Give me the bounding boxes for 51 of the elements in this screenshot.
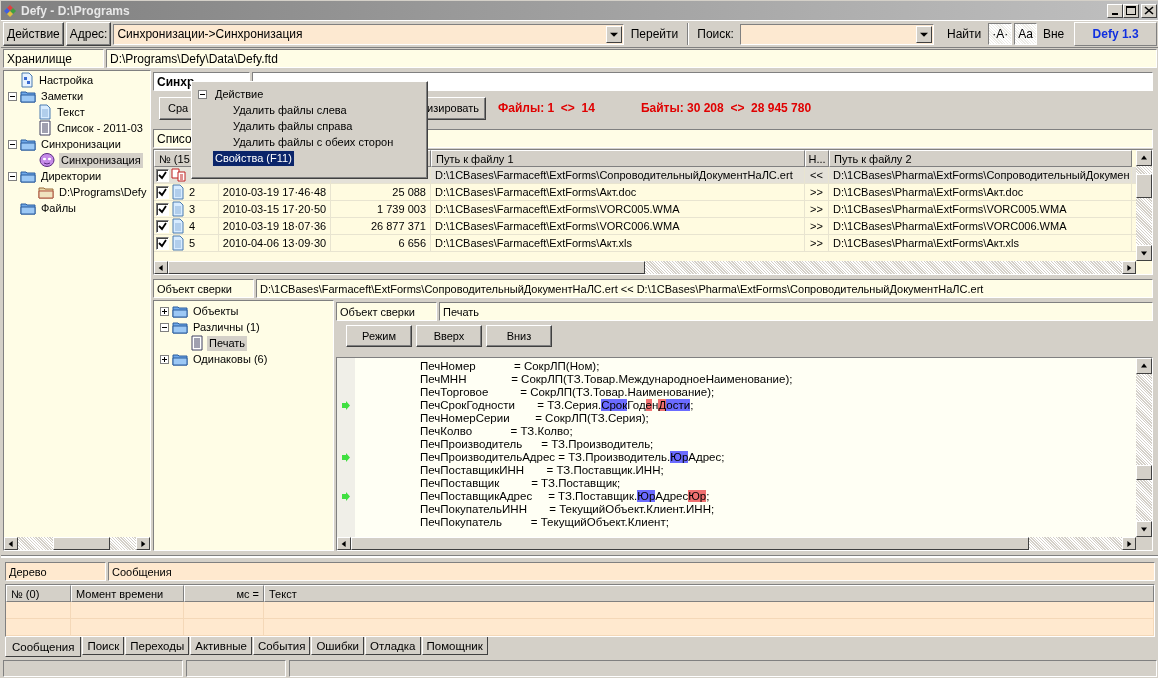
code-line: ПечПокупатель = ТекущийОбъект.Клиент; xyxy=(420,516,670,529)
code-line: ПечНомер = СокрЛП(Ном); xyxy=(420,360,601,373)
table-cell: 2010-04-06 13·09·30 xyxy=(219,235,331,251)
address-label: Адрес: xyxy=(65,22,112,46)
table-cell: 26 877 371 xyxy=(331,218,431,234)
row-number: 3 xyxy=(189,203,196,215)
code-line: ПечМНН = СокрЛП(ТЗ.Товар.МеждународноеНаименование); xyxy=(420,373,794,386)
table-cell: >> xyxy=(805,201,829,217)
table-cell: D:\1CBases\Farmaceft\ExtForms\VORC006.WMA xyxy=(431,218,805,234)
code-line: ПечКолво = ТЗ.Колво; xyxy=(420,425,574,438)
row-number: 2 xyxy=(189,186,196,198)
table-cell: D:\1CBases\Farmaceft\ExtForms\Акт.xls xyxy=(431,235,805,251)
storage-path-field: D:\Programs\Defy\Data\Defy.ftd xyxy=(106,49,1157,68)
table-cell: >> xyxy=(805,235,829,251)
table-cell: D:\1CBases\Farmaceft\ExtForms\VORC005.WMA xyxy=(431,201,805,217)
object-path-field: D:\1CBases\Farmaceft\ExtForms\СопроводительныйДокументНаЛС.ert << D:\1CBases\Pharma\ExtForms\СопроводительныйДокументНаЛС.ert xyxy=(256,279,1153,298)
object-label: Объект сверки xyxy=(153,279,254,298)
table-cell: 2010-03-19 17·46·48 xyxy=(219,184,331,200)
table-cell: D:\1CBases\Pharma\ExtForms\Акт.doc xyxy=(829,184,1132,200)
row-number: 5 xyxy=(189,237,196,249)
table-cell: >> xyxy=(805,218,829,234)
table-cell: D:\1CBases\Pharma\ExtForms\VORC005.WMA xyxy=(829,201,1132,217)
tree-label: Дерево xyxy=(5,562,106,581)
table-cell: D:\1CBases\Pharma\ExtForms\СопроводительныйДокумен xyxy=(829,167,1132,183)
code-line: ПечПоставщик = ТЗ.Поставщик; xyxy=(420,477,622,490)
object-label: Объект сверки xyxy=(336,302,437,321)
table-cell: 6 656 xyxy=(331,235,431,251)
table-cell: << xyxy=(805,167,829,183)
code-line: ПечПроизводитель = ТЗ.Производитель; xyxy=(420,438,655,451)
version-label: Defy 1.3 xyxy=(1074,22,1157,46)
storage-label: Хранилище xyxy=(3,49,104,68)
code-line: ПечТорговое = СокрЛП(ТЗ.Товар.Наименование); xyxy=(420,386,716,399)
object-name-field: Печать xyxy=(439,302,1153,321)
files-count: Файлы: 1 <> 14 xyxy=(498,101,595,115)
table-cell: >> xyxy=(805,184,829,200)
code-line: ПечПоставщикИНН = ТЗ.Поставщик.ИНН; xyxy=(420,464,665,477)
table-cell: 2010-03-19 18·07·36 xyxy=(219,218,331,234)
bytes-count: Байты: 30 208 <> 28 945 780 xyxy=(640,101,812,115)
table-cell: D:\1CBases\Farmaceft\ExtForms\Акт.doc xyxy=(431,184,805,200)
table-cell: D:\1CBases\Pharma\ExtForms\VORC006.WMA xyxy=(829,218,1132,234)
row-number: 4 xyxy=(189,220,196,232)
code-line: ПечПокупательИНН = ТекущийОбъект.Клиент.ИНН; xyxy=(420,503,716,516)
table-cell: D:\1CBases\Pharma\ExtForms\Акт.xls xyxy=(829,235,1132,251)
messages-title: Сообщения xyxy=(108,562,1155,581)
search-label: Поиск: xyxy=(696,26,735,43)
table-cell: 25 088 xyxy=(331,184,431,200)
table-cell: 1 739 003 xyxy=(331,201,431,217)
window-title: Defy - D:\Programs xyxy=(21,3,131,18)
table-cell: D:\1CBases\Farmaceft\ExtForms\СопроводительныйДокументНаЛС.ert xyxy=(431,167,805,183)
table-cell: 2010-03-15 17·20·50 xyxy=(219,201,331,217)
code-line: ПечНомерСерии = СокрЛП(ТЗ.Серия); xyxy=(420,412,650,425)
